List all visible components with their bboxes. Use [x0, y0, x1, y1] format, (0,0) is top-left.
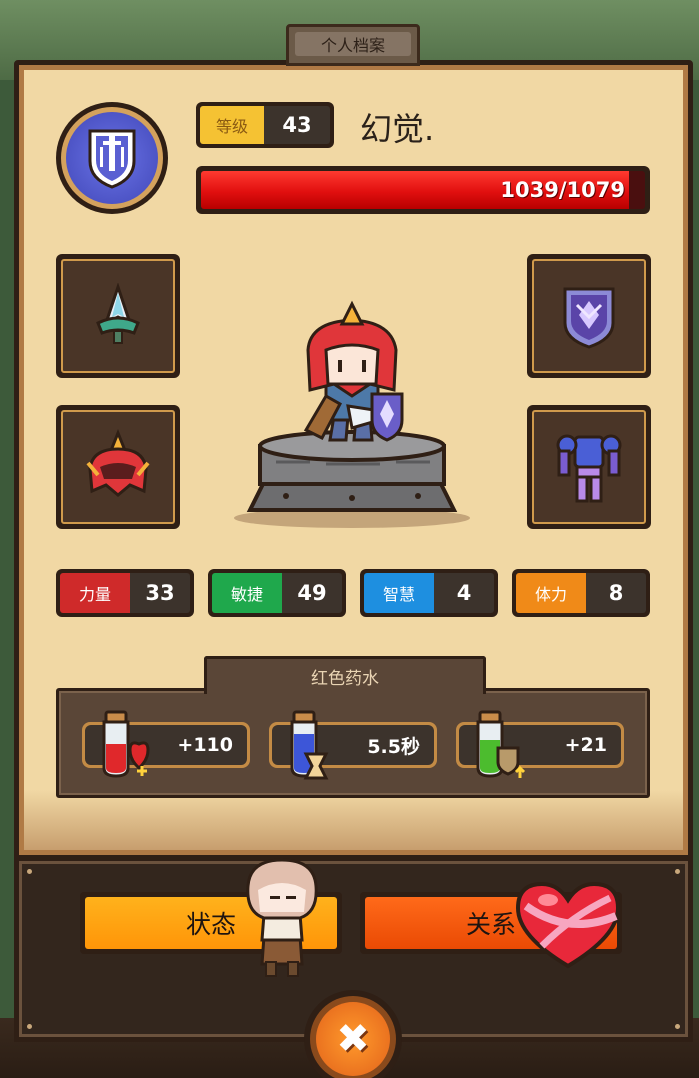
- equipment-slot-weapon[interactable]: [56, 254, 180, 378]
- stat-stamina: 体力 8: [512, 569, 650, 617]
- stat-value: 33: [130, 573, 190, 613]
- level-value: 43: [264, 106, 330, 144]
- stat-agility: 敏捷 49: [208, 569, 346, 617]
- player-name: 幻觉.: [360, 110, 435, 148]
- stat-value: 4: [434, 573, 494, 613]
- red-helmet-icon: [86, 429, 150, 497]
- potion-title: 红色药水: [204, 656, 486, 694]
- stat-value: 8: [586, 573, 646, 613]
- heart-icon: [515, 881, 621, 969]
- stat-label: 智慧: [364, 573, 434, 613]
- class-emblem[interactable]: [56, 102, 168, 214]
- stat-label: 力量: [60, 573, 130, 613]
- potion-armor-value: +21: [564, 734, 607, 756]
- hero-character: [234, 300, 470, 528]
- purple-shield-icon: [563, 287, 615, 349]
- stat-label: 体力: [516, 573, 586, 613]
- potion-heal-value: +110: [177, 734, 233, 756]
- title-tab: 个人档案: [286, 24, 420, 66]
- purple-armor-icon: [556, 434, 622, 503]
- hourglass-potion-icon: [290, 710, 329, 780]
- level-badge: 等级 43: [196, 102, 334, 148]
- level-label: 等级: [200, 106, 264, 144]
- armor-potion-icon: [476, 710, 526, 778]
- equipment-slot-shield[interactable]: [527, 254, 651, 378]
- hp-bar: 1039/1079: [196, 166, 650, 214]
- equipment-slot-helmet[interactable]: [56, 405, 180, 529]
- spear-tip-icon: [96, 283, 140, 344]
- hp-text: 1039/1079: [500, 178, 625, 202]
- close-button[interactable]: ✖: [304, 990, 402, 1078]
- stat-strength: 力量 33: [56, 569, 194, 617]
- potion-duration-value: 5.5秒: [367, 735, 420, 758]
- equipment-slot-armor[interactable]: [527, 405, 651, 529]
- stat-label: 敏捷: [212, 573, 282, 613]
- sword-shield-icon: [88, 129, 136, 189]
- stat-wisdom: 智慧 4: [360, 569, 498, 617]
- heart-potion-icon: [102, 710, 150, 778]
- close-icon: ✖: [336, 1016, 370, 1062]
- npc-girl-character: [246, 858, 318, 977]
- page-title: 个人档案: [295, 32, 411, 56]
- stat-value: 49: [282, 573, 342, 613]
